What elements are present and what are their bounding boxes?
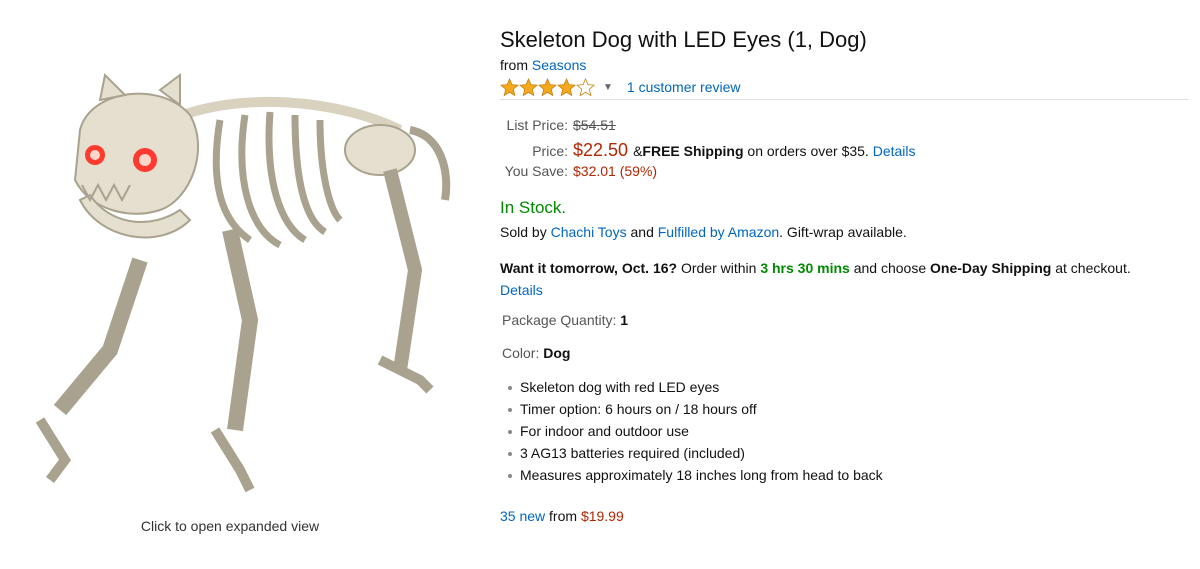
feature-bullet: Skeleton dog with red LED eyes bbox=[502, 376, 883, 398]
color-variation: Color: Dog bbox=[502, 345, 570, 361]
product-title: Skeleton Dog with LED Eyes (1, Dog) bbox=[500, 27, 867, 52]
price-row: Price: $22.50 & FREE Shipping on orders … bbox=[500, 140, 916, 163]
feature-bullet: 3 AG13 batteries required (included) bbox=[502, 442, 883, 464]
package-quantity-value: 1 bbox=[620, 312, 629, 328]
sold-by-prefix: Sold by bbox=[500, 224, 551, 240]
sale-price: $22.50 bbox=[573, 140, 629, 160]
star-icon bbox=[557, 77, 576, 96]
feature-bullet: Measures approximately 18 inches long fr… bbox=[502, 464, 883, 486]
brand-byline: from Seasons bbox=[500, 57, 586, 73]
chevron-down-icon[interactable]: ▼ bbox=[603, 82, 613, 93]
new-offers-link[interactable]: 35 new bbox=[500, 508, 545, 524]
star-empty-icon bbox=[576, 77, 595, 96]
star-icon bbox=[519, 77, 538, 96]
feature-bullets: Skeleton dog with red LED eyes Timer opt… bbox=[502, 376, 883, 486]
countdown: 3 hrs 30 mins bbox=[760, 260, 850, 276]
price-label: Price: bbox=[532, 143, 568, 159]
order-within: Order within bbox=[677, 260, 761, 276]
seller-link[interactable]: Chachi Toys bbox=[551, 224, 627, 240]
offers-from: from bbox=[545, 508, 581, 524]
savings-label: You Save: bbox=[504, 163, 568, 179]
rating-row: ▼ 1 customer review bbox=[500, 76, 741, 98]
list-price-row: List Price: $54.51 bbox=[500, 117, 916, 140]
package-quantity: Package Quantity: 1 bbox=[502, 312, 628, 328]
sold-by-and: and bbox=[626, 224, 658, 240]
color-label: Color: bbox=[502, 345, 540, 361]
color-value: Dog bbox=[543, 345, 571, 361]
shipping-option: One-Day Shipping bbox=[930, 260, 1052, 276]
delivery-lead: Want it tomorrow, Oct. 16? bbox=[500, 260, 678, 276]
fulfilled-by-amazon-link[interactable]: Fulfilled by Amazon bbox=[658, 224, 779, 240]
product-image[interactable] bbox=[20, 60, 460, 510]
checkout-suffix: at checkout. bbox=[1051, 260, 1131, 276]
other-offers: 35 new from $19.99 bbox=[500, 508, 624, 524]
star-icon bbox=[500, 77, 519, 96]
sold-by: Sold by Chachi Toys and Fulfilled by Ama… bbox=[500, 224, 907, 240]
brand-link[interactable]: Seasons bbox=[532, 57, 586, 73]
feature-bullet: Timer option: 6 hours on / 18 hours off bbox=[502, 398, 883, 420]
image-caption[interactable]: Click to open expanded view bbox=[0, 518, 460, 534]
review-count-link[interactable]: 1 customer review bbox=[627, 79, 741, 95]
savings-row: You Save: $32.01 (59%) bbox=[500, 163, 916, 186]
free-shipping-label: FREE Shipping bbox=[642, 143, 744, 159]
delivery-details-link[interactable]: Details bbox=[500, 282, 543, 298]
price-block: List Price: $54.51 Price: $22.50 & FREE … bbox=[500, 117, 916, 186]
gift-wrap-note: . Gift-wrap available. bbox=[779, 224, 907, 240]
list-price-label: List Price: bbox=[506, 117, 568, 133]
star-icon bbox=[538, 77, 557, 96]
delivery-message: Want it tomorrow, Oct. 16? Order within … bbox=[500, 257, 1190, 301]
image-pane: Click to open expanded view bbox=[0, 0, 470, 569]
shipping-details-link[interactable]: Details bbox=[873, 143, 916, 159]
star-rating[interactable] bbox=[500, 77, 595, 97]
shipping-prefix: & bbox=[633, 143, 643, 159]
package-quantity-label: Package Quantity: bbox=[502, 312, 617, 328]
choose-text: and choose bbox=[849, 260, 930, 276]
shipping-suffix: on orders over $35. bbox=[743, 143, 869, 159]
savings-value: $32.01 (59%) bbox=[573, 163, 658, 179]
offers-lowest-price: $19.99 bbox=[580, 508, 624, 524]
divider bbox=[500, 99, 1188, 100]
feature-bullet: For indoor and outdoor use bbox=[502, 420, 883, 442]
stock-status: In Stock. bbox=[500, 198, 567, 217]
list-price-value: $54.51 bbox=[573, 117, 616, 133]
from-label: from bbox=[500, 57, 528, 73]
